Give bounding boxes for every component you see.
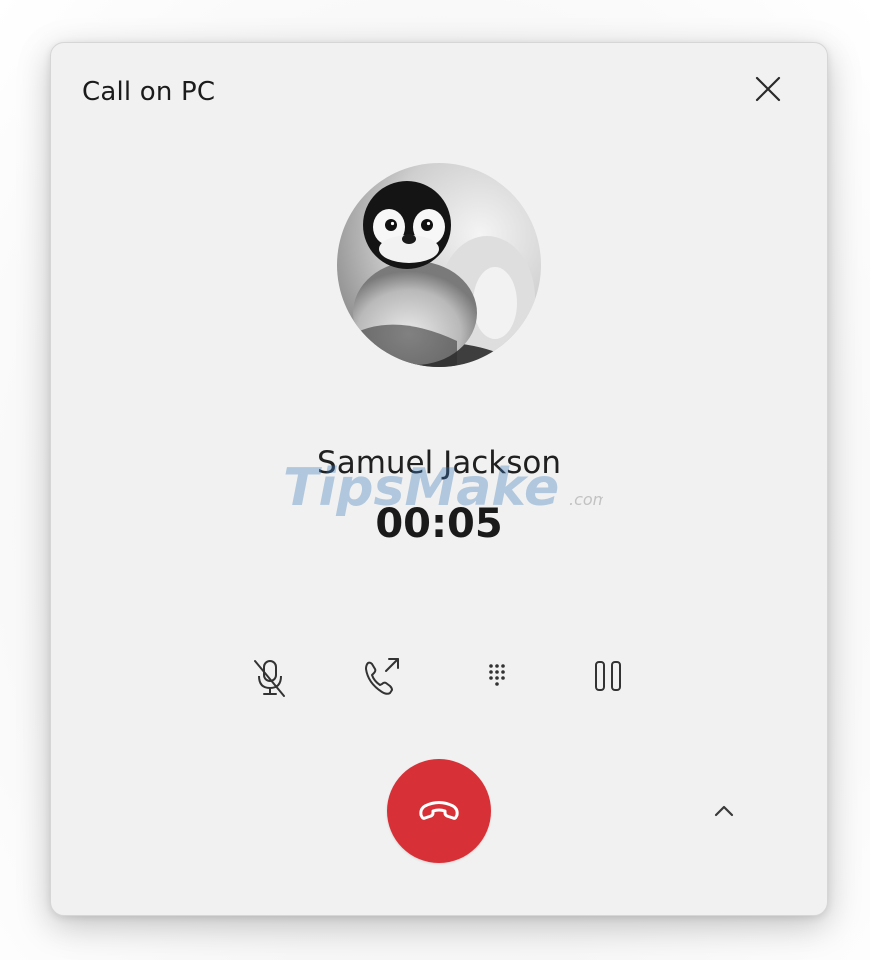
hold-button[interactable] (581, 649, 637, 705)
mute-button[interactable] (242, 649, 298, 705)
keypad-button[interactable] (469, 649, 525, 705)
call-window: Call on PC Samuel Jackson TipsMake .co 0… (50, 42, 828, 916)
contact-avatar (337, 163, 541, 367)
close-icon (755, 76, 781, 102)
call-timer: 00:05 (375, 501, 503, 547)
call-controls (51, 649, 827, 705)
hang-up-icon (419, 801, 459, 820)
microphone-off-icon (254, 660, 285, 697)
end-call-button[interactable] (387, 759, 491, 863)
transfer-button[interactable] (354, 649, 410, 705)
phone-transfer-icon (365, 658, 399, 695)
close-button[interactable] (748, 69, 788, 109)
contact-name: Samuel Jackson (317, 445, 561, 481)
pause-icon (595, 661, 621, 691)
expand-button[interactable] (702, 789, 746, 833)
dialpad-icon (489, 664, 505, 686)
chevron-up-icon (714, 805, 734, 817)
window-title: Call on PC (82, 77, 216, 107)
